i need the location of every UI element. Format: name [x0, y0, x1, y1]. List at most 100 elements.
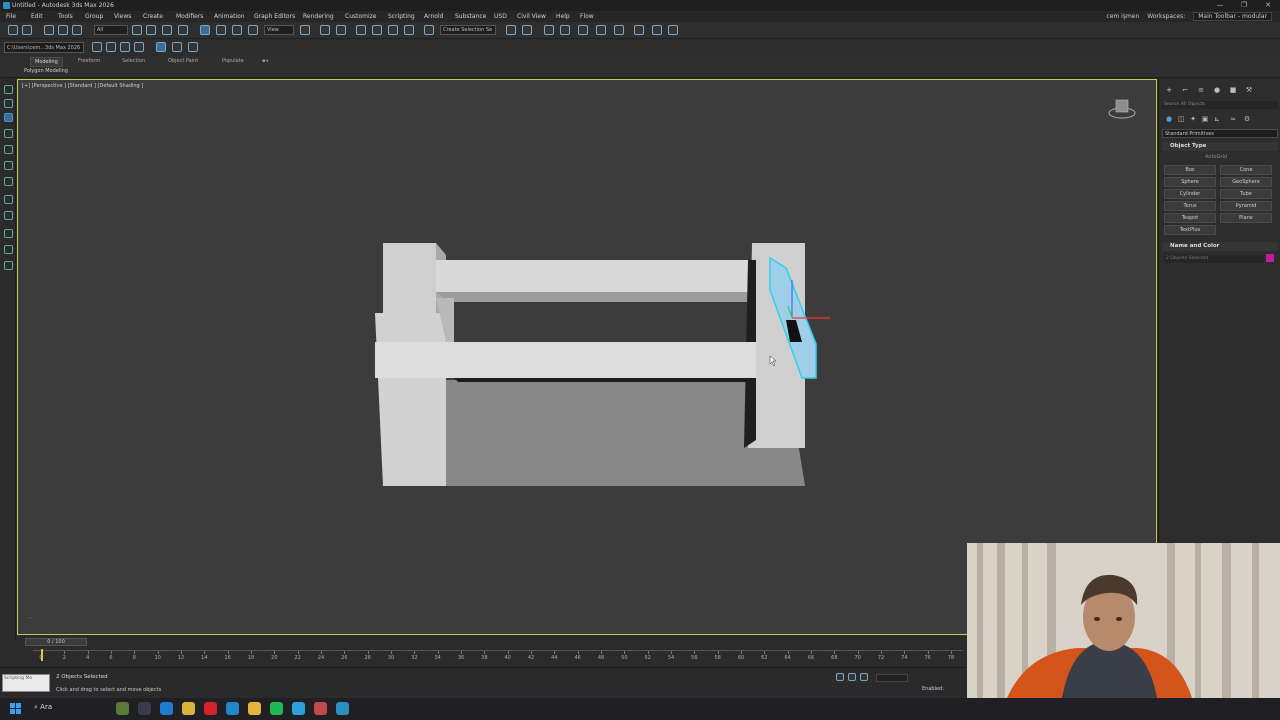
menu-tools[interactable]: Tools [58, 11, 73, 22]
maximize-button[interactable]: ❐ [1232, 0, 1256, 11]
telegram-app-icon[interactable] [292, 702, 305, 715]
object-search-field[interactable]: Search All Objects [1162, 101, 1278, 109]
workspace-dropdown[interactable]: Main Toolbar - modular [1193, 12, 1272, 21]
tab-populate[interactable]: Populate [218, 57, 248, 65]
menu-views[interactable]: Views [114, 11, 131, 22]
scene-explorer-icon[interactable] [544, 25, 554, 35]
isolate-icon[interactable] [172, 42, 182, 52]
left-tool-7-icon[interactable] [4, 177, 13, 186]
left-tool-12-icon[interactable] [4, 261, 13, 270]
left-tool-4-icon[interactable] [4, 129, 13, 138]
left-tool-2-icon[interactable] [4, 99, 13, 108]
tab-modeling[interactable]: Modeling [30, 57, 63, 67]
box-button[interactable]: Box [1164, 165, 1216, 175]
project-folder-icon[interactable] [134, 42, 144, 52]
left-tool-5-icon[interactable] [4, 145, 13, 154]
menu-file[interactable]: File [6, 11, 16, 22]
left-tool-11-icon[interactable] [4, 245, 13, 254]
menu-customize[interactable]: Customize [345, 11, 377, 22]
opera-app-icon[interactable] [204, 702, 217, 715]
snaps-toggle-icon[interactable] [356, 25, 366, 35]
window-crossing-icon[interactable] [178, 25, 188, 35]
save-file-icon[interactable] [120, 42, 130, 52]
select-manipulate-icon[interactable] [320, 25, 330, 35]
davinci-app-icon[interactable] [314, 702, 327, 715]
primitive-category-dropdown[interactable]: Standard Primitives [1162, 129, 1278, 138]
menu-usd[interactable]: USD [494, 11, 507, 22]
geosphere-button[interactable]: GeoSphere [1220, 177, 1272, 187]
percent-snap-icon[interactable] [388, 25, 398, 35]
tab-freeform[interactable]: Freeform [74, 57, 104, 65]
geometry-icon[interactable]: ● [1165, 115, 1173, 123]
object-type-rollout[interactable]: Object Type [1162, 142, 1278, 151]
snap-toggle-icon[interactable] [188, 42, 198, 52]
time-slider[interactable]: 0 / 100 [25, 638, 87, 646]
redo-icon[interactable] [22, 25, 32, 35]
spotify-app-icon[interactable] [270, 702, 283, 715]
utilities-tab-icon[interactable]: ⚒ [1245, 86, 1253, 94]
ribbon-toggle-icon[interactable] [578, 25, 588, 35]
user-account[interactable]: cem işmen [1106, 11, 1139, 22]
select-by-name-icon[interactable] [146, 25, 156, 35]
close-button[interactable]: ✕ [1256, 0, 1280, 11]
torus-button[interactable]: Torus [1164, 201, 1216, 211]
select-object-icon[interactable] [132, 25, 142, 35]
project-path-field[interactable]: C:\Users\cem...3ds Max 2026 [4, 42, 84, 53]
name-and-color-rollout[interactable]: Name and Color [1162, 242, 1278, 251]
render-icon[interactable] [668, 25, 678, 35]
x-coordinate-field[interactable] [876, 674, 908, 682]
display-tab-icon[interactable]: ■ [1229, 86, 1237, 94]
3dsmax-app-icon[interactable] [336, 702, 349, 715]
viewport-layout-icon[interactable] [156, 42, 166, 52]
named-selection-dropdown[interactable]: Create Selection Se [440, 25, 496, 35]
menu-modifiers[interactable]: Modifiers [176, 11, 203, 22]
systems-icon[interactable]: ⚙ [1243, 115, 1251, 123]
frog-app-icon[interactable] [116, 702, 129, 715]
autogrid-checkbox[interactable]: AutoGrid [1205, 154, 1227, 160]
pyramid-button[interactable]: Pyramid [1220, 201, 1272, 211]
hierarchy-tab-icon[interactable]: ≡ [1197, 86, 1205, 94]
lights-icon[interactable]: ✦ [1189, 115, 1197, 123]
left-tool-8-icon[interactable] [4, 195, 13, 204]
select-rotate-icon[interactable] [216, 25, 226, 35]
chrome-app-icon[interactable] [182, 702, 195, 715]
tab-object-paint[interactable]: Object Paint [164, 57, 202, 65]
adaptive-degradation-label[interactable]: Enabled: [922, 686, 944, 692]
undo-icon[interactable] [8, 25, 18, 35]
menu-edit[interactable]: Edit [31, 11, 43, 22]
tube-button[interactable]: Tube [1220, 189, 1272, 199]
select-place-icon[interactable] [248, 25, 258, 35]
select-scale-icon[interactable] [232, 25, 242, 35]
material-editor-icon[interactable] [634, 25, 644, 35]
menu-help[interactable]: Help [556, 11, 570, 22]
cylinder-button[interactable]: Cylinder [1164, 189, 1216, 199]
playhead[interactable] [41, 649, 43, 661]
minimize-button[interactable]: — [1208, 0, 1232, 11]
menu-graph-editors[interactable]: Graph Editors [254, 11, 295, 22]
ribbon-polygon-modeling[interactable]: Polygon Modeling [24, 68, 68, 74]
tab-selection[interactable]: Selection [118, 57, 149, 65]
left-tool-9-icon[interactable] [4, 211, 13, 220]
layer-explorer-icon[interactable] [560, 25, 570, 35]
mirror-icon[interactable] [506, 25, 516, 35]
plane-button[interactable]: Plane [1220, 213, 1272, 223]
render-setup-icon[interactable] [652, 25, 662, 35]
spinner-snap-icon[interactable] [404, 25, 414, 35]
menu-flow[interactable]: Flow [580, 11, 594, 22]
left-tool-1-icon[interactable] [4, 85, 13, 94]
left-tool-3-icon[interactable] [4, 113, 13, 122]
align-icon[interactable] [522, 25, 532, 35]
curve-editor-icon[interactable] [596, 25, 606, 35]
browser-app-icon[interactable] [226, 702, 239, 715]
selection-lock-icon[interactable] [848, 673, 856, 681]
menu-animation[interactable]: Animation [214, 11, 245, 22]
left-tool-6-icon[interactable] [4, 161, 13, 170]
ribbon-options-icon[interactable]: ▪◂ [258, 57, 272, 65]
menu-group[interactable]: Group [85, 11, 103, 22]
keyboard-shortcut-icon[interactable] [336, 25, 346, 35]
track-bar[interactable]: 0246810121416182022242628303234363840424… [33, 649, 963, 663]
absolute-mode-icon[interactable] [860, 673, 868, 681]
rect-selection-icon[interactable] [162, 25, 172, 35]
bind-spacewarp-icon[interactable] [72, 25, 82, 35]
task-view-icon[interactable] [138, 702, 151, 715]
